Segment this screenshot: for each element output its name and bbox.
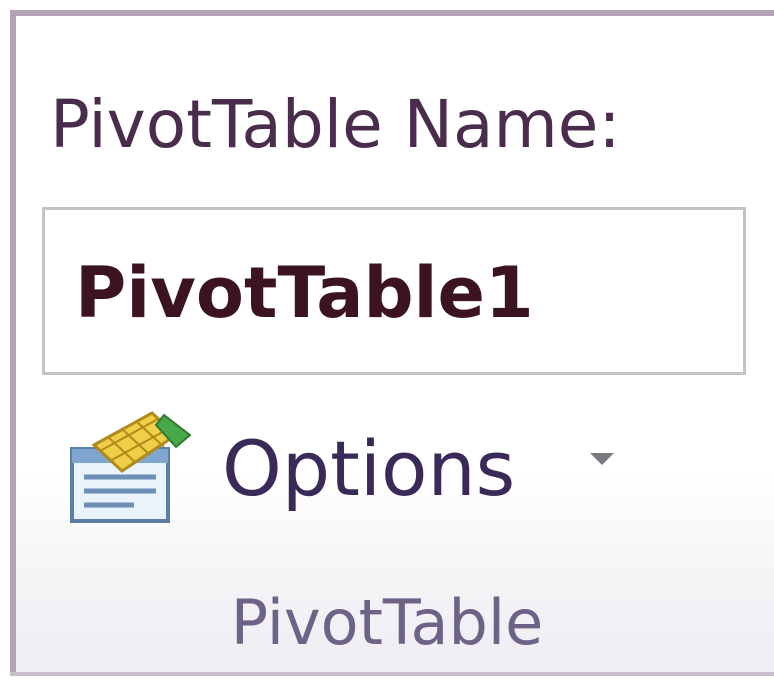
chevron-down-icon[interactable] (590, 453, 614, 465)
pivottable-ribbon-group: PivotTable Name: PivotTable1 Options Piv… (0, 0, 774, 684)
group-border-top (10, 10, 774, 16)
pivottable-name-input[interactable]: PivotTable1 (42, 207, 746, 375)
pivottable-name-value[interactable]: PivotTable1 (75, 248, 534, 338)
options-button[interactable]: Options (58, 405, 638, 530)
pivot-options-icon (64, 405, 194, 525)
group-border-bottom (10, 672, 774, 676)
group-border-left (10, 10, 16, 674)
group-caption: PivotTable (230, 586, 544, 659)
pivottable-name-label: PivotTable Name: (50, 86, 621, 163)
options-label: Options (222, 424, 516, 513)
